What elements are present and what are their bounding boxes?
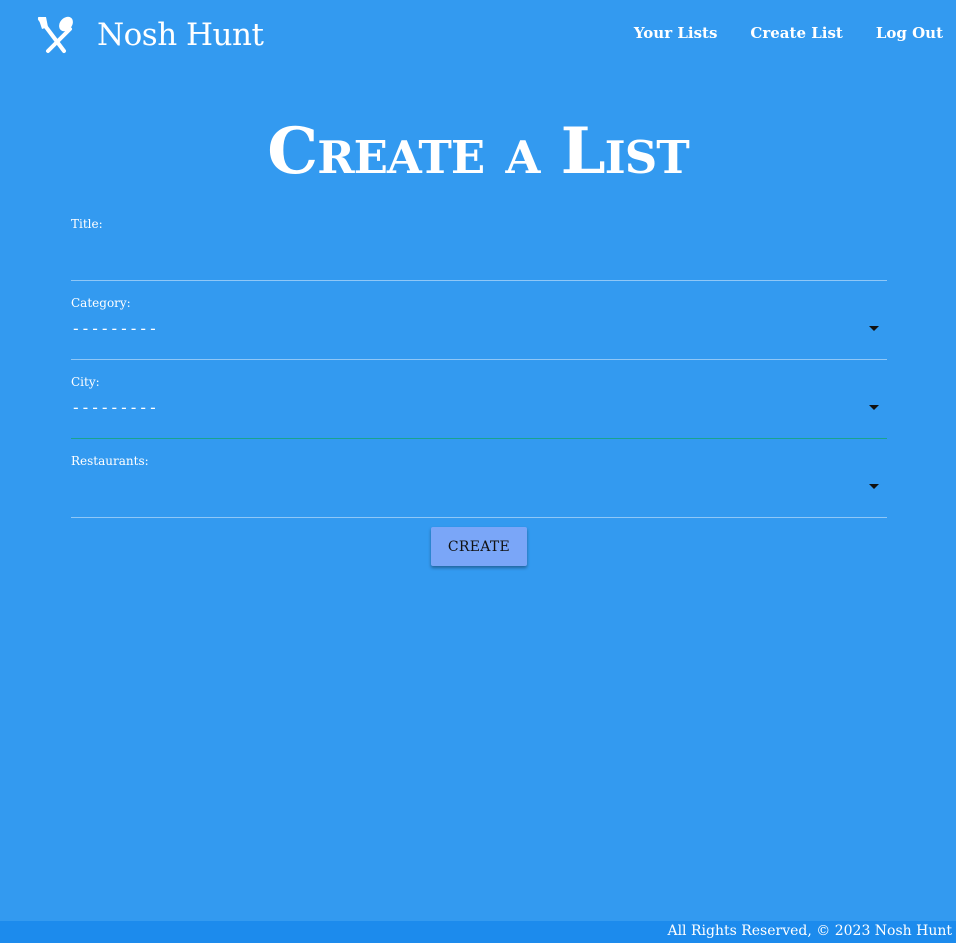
- footer-copyright: All Rights Reserved, © 2023 Nosh Hunt: [667, 923, 952, 939]
- submit-row: CREATE: [71, 527, 887, 566]
- restaurants-select[interactable]: [71, 472, 887, 516]
- footer: All Rights Reserved, © 2023 Nosh Hunt: [0, 921, 956, 943]
- category-select[interactable]: [71, 314, 887, 358]
- restaurants-label: Restaurants:: [71, 454, 149, 468]
- city-field: City: ---------: [71, 375, 887, 454]
- category-selected-value: ---------: [71, 319, 158, 338]
- title-underline: [71, 280, 887, 281]
- title-input[interactable]: [71, 239, 887, 273]
- caret-down-icon[interactable]: [869, 326, 879, 331]
- restaurants-field: Restaurants:: [71, 454, 887, 533]
- navbar: Nosh Hunt Your Lists Create List Log Out: [0, 0, 956, 70]
- title-label: Title:: [71, 217, 103, 231]
- city-select[interactable]: [71, 393, 887, 437]
- city-selected-value: ---------: [71, 398, 158, 417]
- caret-down-icon[interactable]: [869, 484, 879, 489]
- fork-spoon-icon: [38, 16, 73, 53]
- brand-name: Nosh Hunt: [97, 17, 264, 53]
- city-label: City:: [71, 375, 100, 389]
- restaurants-underline: [71, 517, 887, 518]
- category-label: Category:: [71, 296, 131, 310]
- brand-link[interactable]: Nosh Hunt: [36, 10, 264, 60]
- city-underline: [71, 438, 887, 439]
- page-title: Create a List: [267, 114, 689, 189]
- nav-links: Your Lists Create List Log Out: [601, 24, 943, 42]
- title-field: Title:: [71, 217, 887, 296]
- caret-down-icon[interactable]: [869, 405, 879, 410]
- nav-your-lists-link[interactable]: Your Lists: [634, 24, 718, 42]
- nav-log-out-link[interactable]: Log Out: [876, 24, 943, 42]
- nav-create-list-link[interactable]: Create List: [750, 24, 842, 42]
- create-button[interactable]: CREATE: [431, 527, 527, 566]
- category-field: Category: ---------: [71, 296, 887, 375]
- category-underline: [71, 359, 887, 360]
- create-list-form: Title: Category: --------- City: -------…: [71, 217, 887, 566]
